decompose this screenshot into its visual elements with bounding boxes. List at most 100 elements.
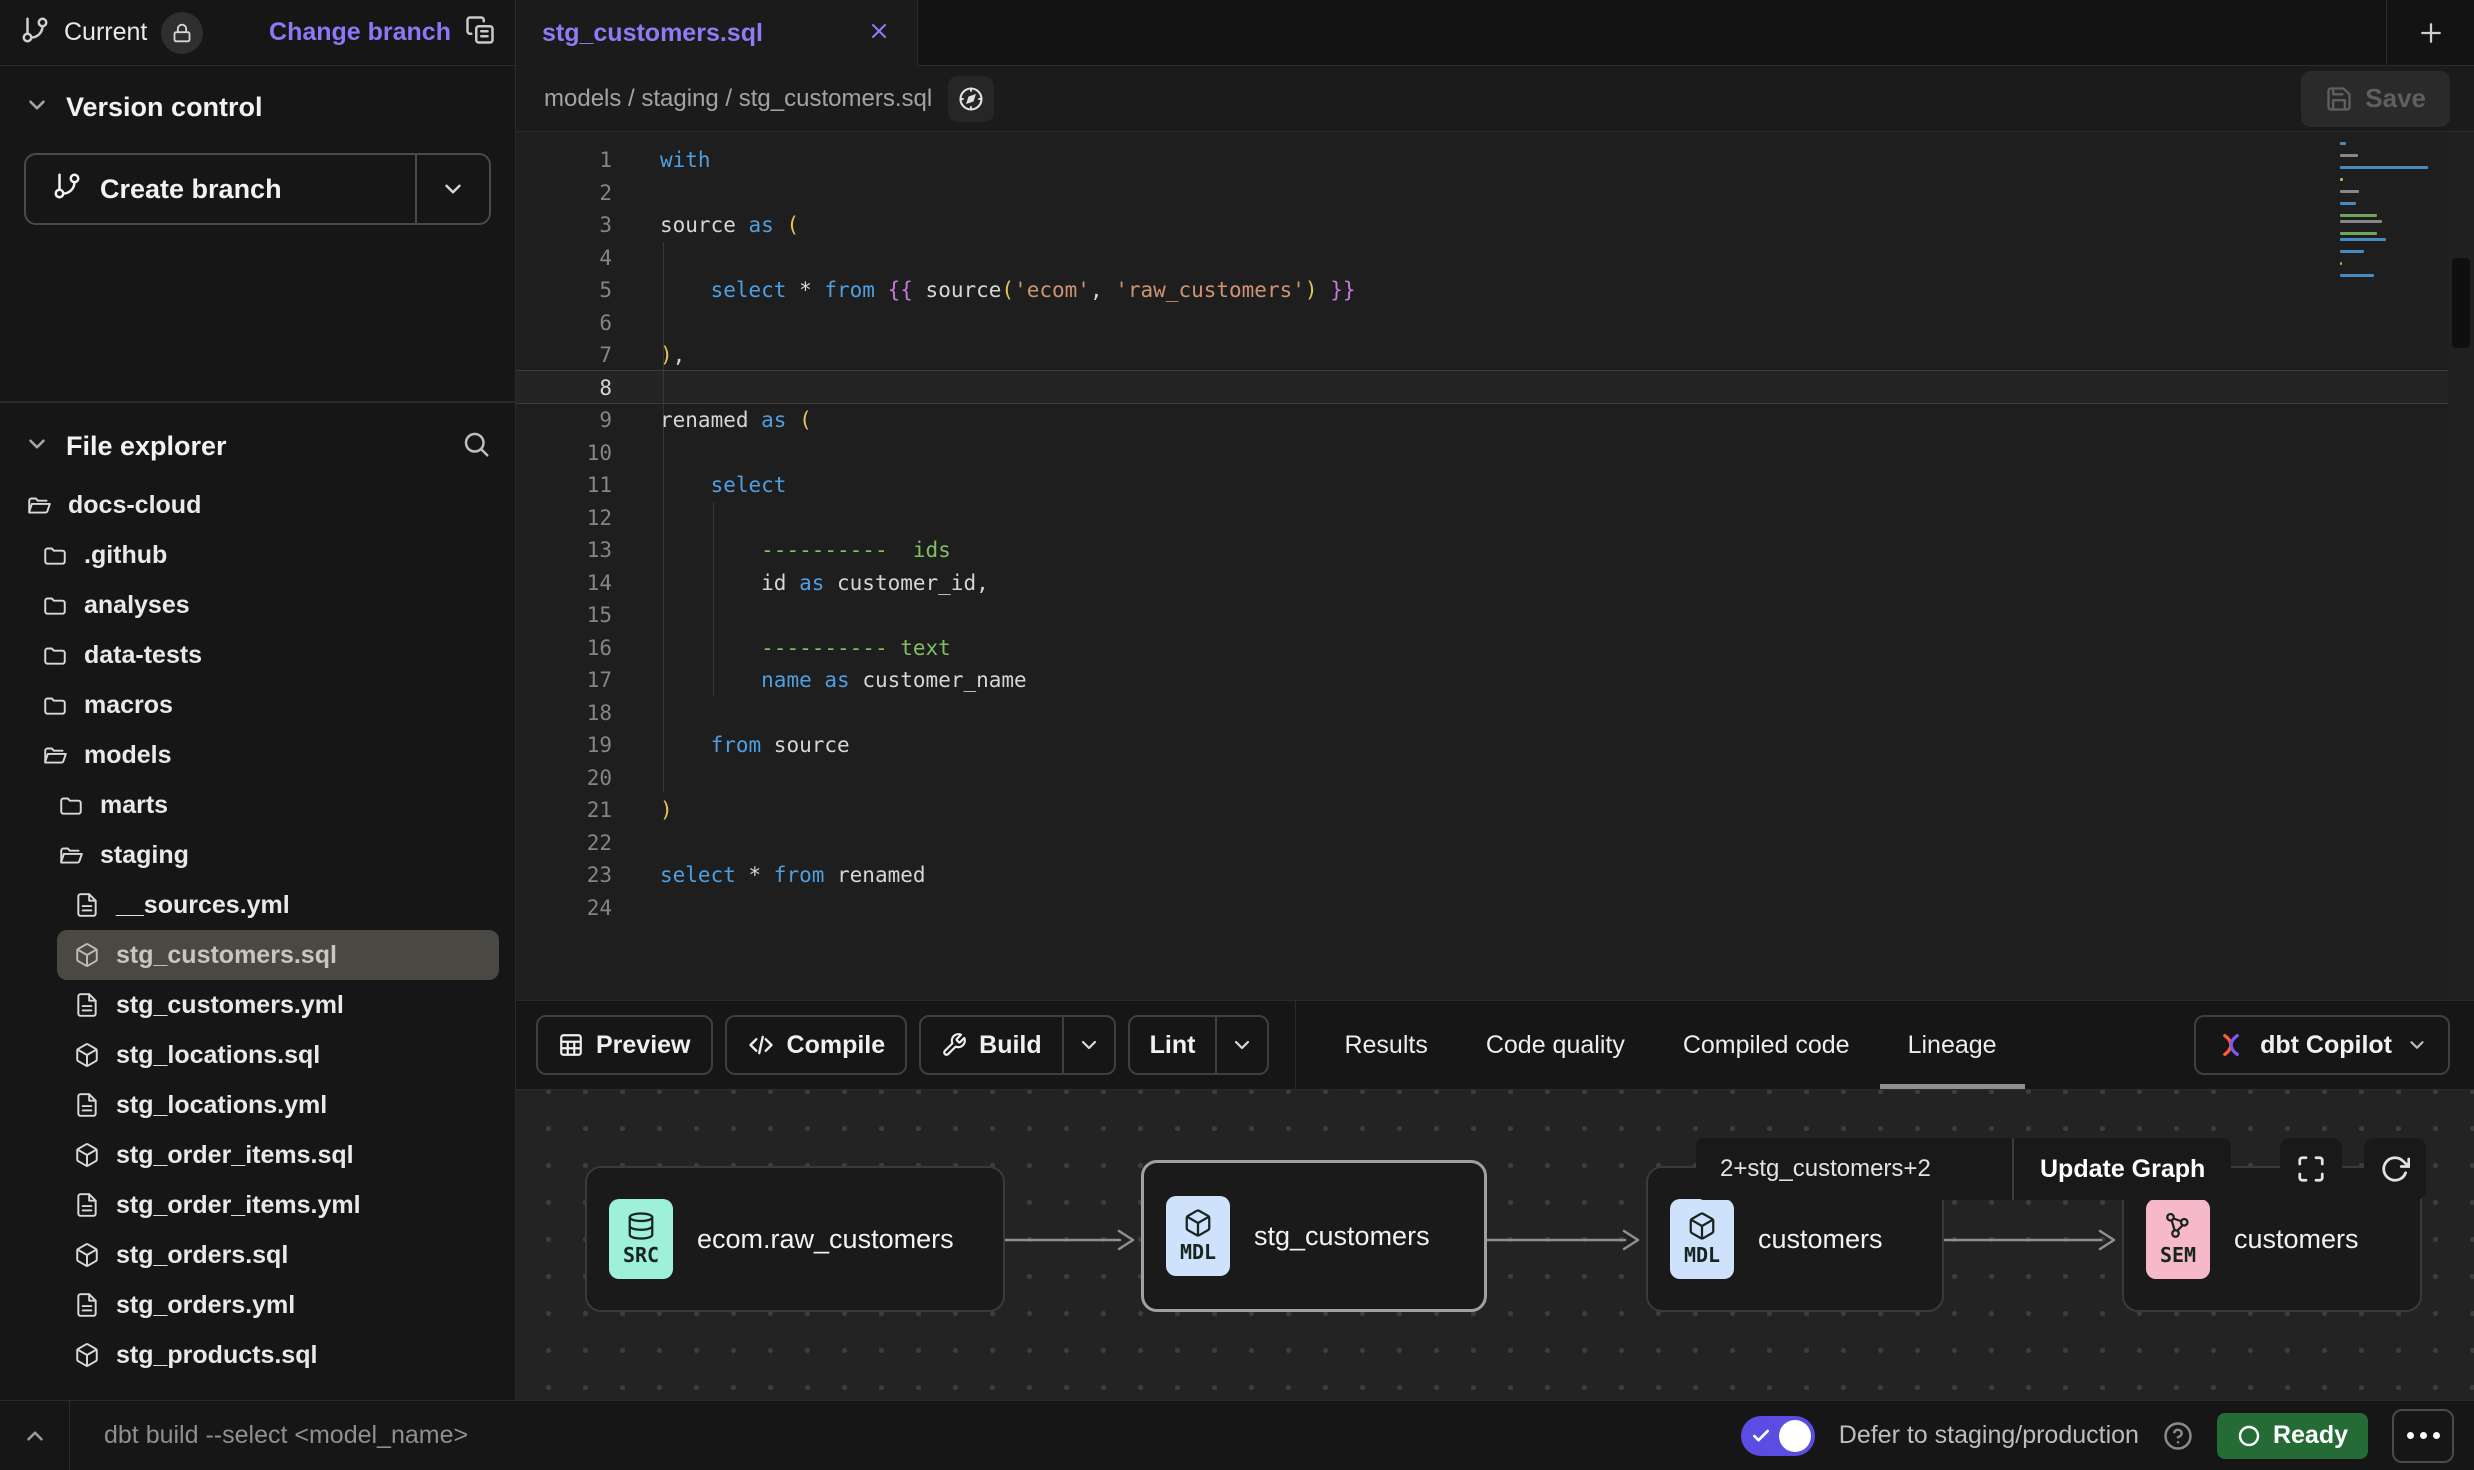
file-icon xyxy=(74,992,100,1018)
command-input[interactable]: dbt build --select <model_name> xyxy=(104,1421,1741,1450)
compile-button[interactable]: Compile xyxy=(725,1015,908,1075)
tree-item-marts[interactable]: marts xyxy=(0,780,515,830)
tree-item-stg_customers.yml[interactable]: stg_customers.yml xyxy=(0,980,515,1030)
tree-item-__sources.yml[interactable]: __sources.yml xyxy=(0,880,515,930)
tree-item-stg_customers.sql[interactable]: stg_customers.sql xyxy=(57,930,499,980)
tree-item-stg_products.sql[interactable]: stg_products.sql xyxy=(0,1330,515,1380)
save-label: Save xyxy=(2365,83,2426,114)
code-line-8: 8 xyxy=(516,372,2474,405)
wrench-icon xyxy=(941,1032,967,1058)
code-line-9: 9renamed as ( xyxy=(516,404,2474,437)
build-dropdown[interactable] xyxy=(1064,1033,1114,1057)
cube-icon: MDL xyxy=(1670,1199,1734,1279)
change-branch-link[interactable]: Change branch xyxy=(269,18,451,47)
folder-open-icon xyxy=(42,742,68,768)
code-line-5: 5 select * from {{ source('ecom', 'raw_c… xyxy=(516,274,2474,307)
folder-open-icon xyxy=(58,842,84,868)
version-control-header[interactable]: Version control xyxy=(24,92,491,123)
file-icon xyxy=(74,1092,100,1118)
more-options-button[interactable] xyxy=(2392,1409,2454,1463)
code-lines: 1with23source as (45 select * from {{ so… xyxy=(516,132,2474,924)
tree-item-staging[interactable]: staging xyxy=(0,830,515,880)
file-explorer-header[interactable]: File explorer xyxy=(0,403,515,480)
code-editor[interactable]: 1with23source as (45 select * from {{ so… xyxy=(516,132,2474,1000)
tree-item-stg_locations.sql[interactable]: stg_locations.sql xyxy=(0,1030,515,1080)
build-button[interactable]: Build xyxy=(919,1015,1116,1075)
file-icon xyxy=(74,1192,100,1218)
search-icon[interactable] xyxy=(461,429,491,464)
tree-item-stg_order_items.sql[interactable]: stg_order_items.sql xyxy=(0,1130,515,1180)
code-line-3: 3source as ( xyxy=(516,209,2474,242)
dbt-copilot-button[interactable]: dbt Copilot xyxy=(2194,1015,2450,1075)
status-ready-badge[interactable]: Ready xyxy=(2217,1413,2368,1459)
copy-icon[interactable] xyxy=(465,15,495,50)
new-tab-button[interactable] xyxy=(2386,0,2474,65)
tree-item-analyses[interactable]: analyses xyxy=(0,580,515,630)
code-line-12: 12 xyxy=(516,502,2474,535)
file-icon xyxy=(74,892,100,918)
code-line-6: 6 xyxy=(516,307,2474,340)
fullscreen-button[interactable] xyxy=(2280,1138,2342,1200)
minimap[interactable] xyxy=(2340,142,2440,286)
create-branch-button[interactable]: Create branch xyxy=(24,153,491,225)
editor-column: stg_customers.sql models / staging / stg… xyxy=(516,0,2474,1400)
editor-scrollbar[interactable] xyxy=(2448,132,2474,1000)
tab-stg-customers[interactable]: stg_customers.sql xyxy=(516,0,918,66)
refresh-button[interactable] xyxy=(2364,1138,2426,1200)
tree-item-stg_orders.sql[interactable]: stg_orders.sql xyxy=(0,1230,515,1280)
cube-icon: MDL xyxy=(1166,1196,1230,1276)
code-line-21: 21) xyxy=(516,794,2474,827)
code-line-1: 1with xyxy=(516,144,2474,177)
create-branch-dropdown[interactable] xyxy=(417,155,489,223)
tab-bar-rest xyxy=(918,0,2474,66)
code-line-2: 2 xyxy=(516,177,2474,210)
save-button[interactable]: Save xyxy=(2301,71,2450,127)
tree-item-stg_order_items.yml[interactable]: stg_order_items.yml xyxy=(0,1180,515,1230)
tab-bar: stg_customers.sql xyxy=(516,0,2474,66)
code-icon xyxy=(747,1031,775,1059)
help-icon[interactable] xyxy=(2163,1421,2193,1451)
code-line-14: 14 id as customer_id, xyxy=(516,567,2474,600)
git-branch-icon xyxy=(20,15,50,50)
git-branch-icon xyxy=(52,171,82,208)
database-icon: SRC xyxy=(609,1199,673,1279)
compile-label: Compile xyxy=(787,1031,886,1060)
tree-item-docs-cloud[interactable]: docs-cloud xyxy=(0,480,515,530)
panel-tab-results[interactable]: Results xyxy=(1344,1001,1427,1089)
panel-tab-code-quality[interactable]: Code quality xyxy=(1486,1001,1625,1089)
lineage-node-stg_customers[interactable]: MDLstg_customers xyxy=(1141,1160,1487,1312)
table-icon xyxy=(558,1032,584,1058)
tree-item-models[interactable]: models xyxy=(0,730,515,780)
code-line-4: 4 xyxy=(516,242,2474,275)
tree-item-stg_locations.yml[interactable]: stg_locations.yml xyxy=(0,1080,515,1130)
tree-item-stg_orders.yml[interactable]: stg_orders.yml xyxy=(0,1280,515,1330)
lineage-panel[interactable]: SRCecom.raw_customersMDLstg_customersMDL… xyxy=(516,1090,2474,1400)
lineage-node-ecom.raw_customers[interactable]: SRCecom.raw_customers xyxy=(585,1166,1005,1312)
folder-icon xyxy=(42,692,68,718)
tab-title: stg_customers.sql xyxy=(542,19,847,48)
close-icon[interactable] xyxy=(867,19,891,48)
panel-tab-compiled-code[interactable]: Compiled code xyxy=(1683,1001,1850,1089)
defer-toggle[interactable] xyxy=(1741,1416,1815,1456)
save-icon xyxy=(2325,85,2353,113)
update-graph-button[interactable]: Update Graph xyxy=(2014,1138,2231,1200)
tree-item-macros[interactable]: macros xyxy=(0,680,515,730)
code-line-15: 15 xyxy=(516,599,2474,632)
preview-button[interactable]: Preview xyxy=(536,1015,713,1075)
code-line-17: 17 name as customer_name xyxy=(516,664,2474,697)
command-bar-expand-button[interactable] xyxy=(0,1401,70,1470)
preview-label: Preview xyxy=(596,1031,691,1060)
tree-item-.github[interactable]: .github xyxy=(0,530,515,580)
lineage-selector-input[interactable]: 2+stg_customers+2 xyxy=(1696,1138,2012,1200)
version-control-title: Version control xyxy=(66,92,263,123)
lint-dropdown[interactable] xyxy=(1217,1033,1267,1057)
circle-icon xyxy=(2237,1424,2261,1448)
lint-button[interactable]: Lint xyxy=(1128,1015,1270,1075)
chevron-down-icon xyxy=(2406,1034,2428,1056)
panel-tabs: Results Code quality Compiled code Lineage xyxy=(1344,1001,1996,1089)
docs-compass-button[interactable] xyxy=(948,76,994,122)
tree-item-data-tests[interactable]: data-tests xyxy=(0,630,515,680)
panel-tab-lineage[interactable]: Lineage xyxy=(1908,1001,1997,1089)
folder-icon xyxy=(58,792,84,818)
code-line-13: 13 ---------- ids xyxy=(516,534,2474,567)
